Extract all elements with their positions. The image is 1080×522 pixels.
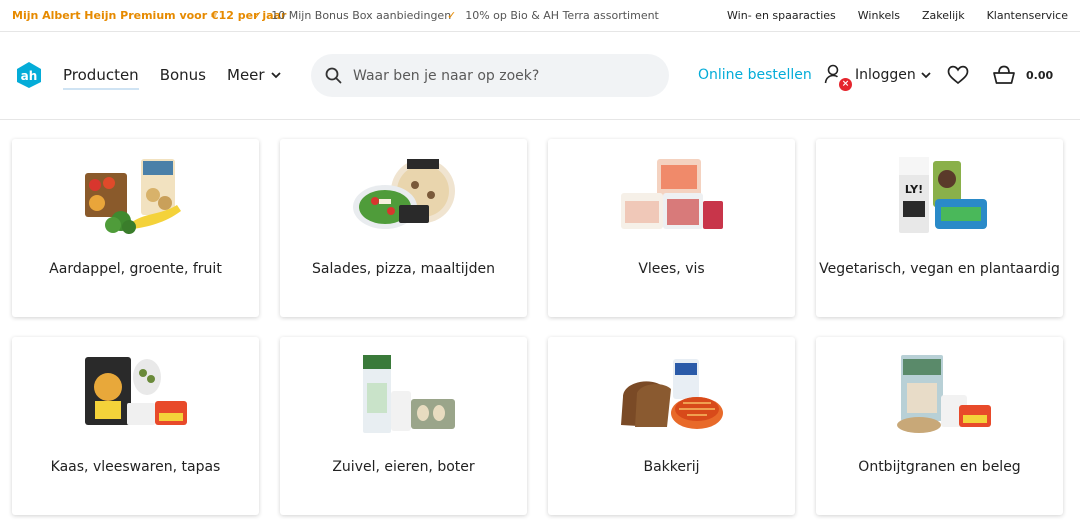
top-promo-bar: Mijn Albert Heijn Premium voor €12 per j…	[0, 0, 1080, 32]
chevron-down-icon	[270, 71, 281, 78]
category-label: Salades, pizza, maaltijden	[312, 261, 495, 277]
check-icon: ✓	[253, 9, 263, 22]
check-icon: ✓	[447, 9, 457, 22]
search-icon[interactable]	[325, 67, 342, 84]
search-input[interactable]	[353, 67, 653, 84]
category-card[interactable]: Aardappel, groente, fruit	[12, 139, 259, 317]
category-card[interactable]: Kaas, vleeswaren, tapas	[12, 337, 259, 515]
main-header: ah Producten Bonus Meer Online bestellen…	[0, 33, 1080, 120]
link-winkels[interactable]: Winkels	[858, 9, 900, 22]
category-card[interactable]: Vlees, vis	[548, 139, 795, 317]
cheese-icon	[84, 357, 187, 425]
login-button[interactable]: × Inloggen	[824, 63, 931, 91]
nav-meer[interactable]: Meer	[227, 66, 281, 84]
basket-icon[interactable]	[992, 65, 1016, 85]
login-alert-badge: ×	[839, 78, 852, 91]
category-card[interactable]: Bakkerij	[548, 337, 795, 515]
category-card[interactable]: Ontbijtgranen en beleg	[816, 337, 1063, 515]
link-win-spaaracties[interactable]: Win- en spaaracties	[727, 9, 836, 22]
ah-logo-icon[interactable]: ah	[15, 61, 43, 89]
online-bestellen-link[interactable]: Online bestellen	[698, 67, 812, 83]
premium-promo-link[interactable]: Mijn Albert Heijn Premium voor €12 per j…	[12, 9, 286, 22]
nav-producten[interactable]: Producten	[63, 66, 139, 90]
usp-item: ✓ 10% op Bio & AH Terra assortiment	[447, 9, 659, 22]
produce-icon	[84, 159, 181, 234]
meals-icon	[352, 159, 455, 229]
category-card[interactable]: LY! Vegetarisch, vegan en plantaardig	[816, 139, 1063, 317]
bakery-icon	[620, 359, 723, 429]
breakfast-icon	[896, 355, 991, 433]
category-label: Zuivel, eieren, boter	[332, 459, 475, 475]
heart-icon[interactable]	[947, 65, 969, 85]
category-label: Kaas, vleeswaren, tapas	[50, 459, 221, 475]
top-links: Win- en spaaracties Winkels Zakelijk Kla…	[727, 9, 1068, 22]
category-label: Ontbijtgranen en beleg	[858, 459, 1021, 475]
meat-icon	[620, 159, 723, 229]
category-label: Vegetarisch, vegan en plantaardig	[819, 261, 1060, 277]
main-nav: Producten Bonus Meer	[63, 66, 302, 90]
search-bar	[311, 54, 669, 97]
nav-bonus[interactable]: Bonus	[160, 66, 206, 84]
user-icon: ×	[824, 63, 852, 91]
link-klantenservice[interactable]: Klantenservice	[987, 9, 1068, 22]
basket-total[interactable]: 0.00	[1026, 69, 1053, 82]
svg-text:ah: ah	[21, 69, 38, 83]
link-zakelijk[interactable]: Zakelijk	[922, 9, 965, 22]
plantbased-icon: LY!	[898, 157, 987, 233]
category-card[interactable]: Salades, pizza, maaltijden	[280, 139, 527, 317]
login-label: Inloggen	[855, 67, 916, 83]
nav-meer-label: Meer	[227, 66, 265, 84]
svg-text:LY!: LY!	[904, 183, 922, 196]
dairy-icon	[362, 355, 455, 433]
usp-label: 10% op Bio & AH Terra assortiment	[465, 9, 659, 22]
chevron-down-icon	[921, 71, 931, 78]
category-label: Vlees, vis	[638, 261, 705, 277]
category-label: Aardappel, groente, fruit	[49, 261, 222, 277]
category-card[interactable]: Zuivel, eieren, boter	[280, 337, 527, 515]
category-label: Bakkerij	[643, 459, 700, 475]
usp-label: 10 Mijn Bonus Box aanbiedingen	[271, 9, 452, 22]
usp-item: ✓ 10 Mijn Bonus Box aanbiedingen	[253, 9, 451, 22]
